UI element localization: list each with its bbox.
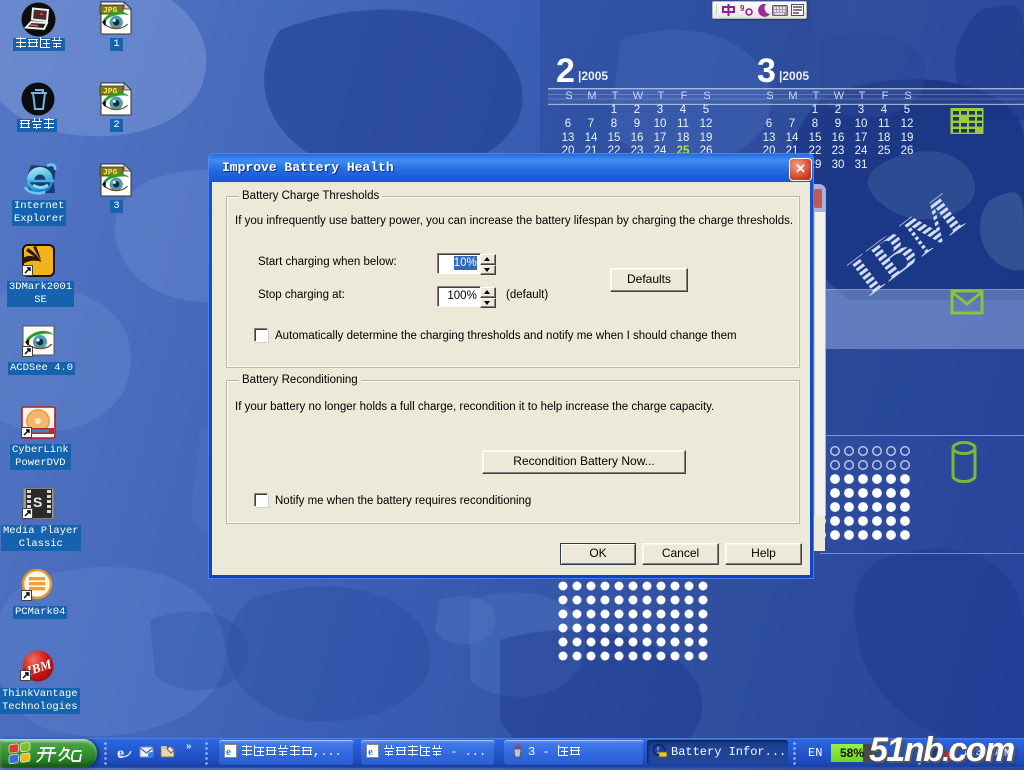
svg-text:e: e <box>368 746 373 758</box>
svg-text:IBM: IBM <box>837 181 977 304</box>
svg-text:e: e <box>226 746 231 758</box>
svg-text:9: 9 <box>740 4 745 13</box>
svg-text:e: e <box>117 745 124 761</box>
svg-text:S: S <box>33 494 42 510</box>
